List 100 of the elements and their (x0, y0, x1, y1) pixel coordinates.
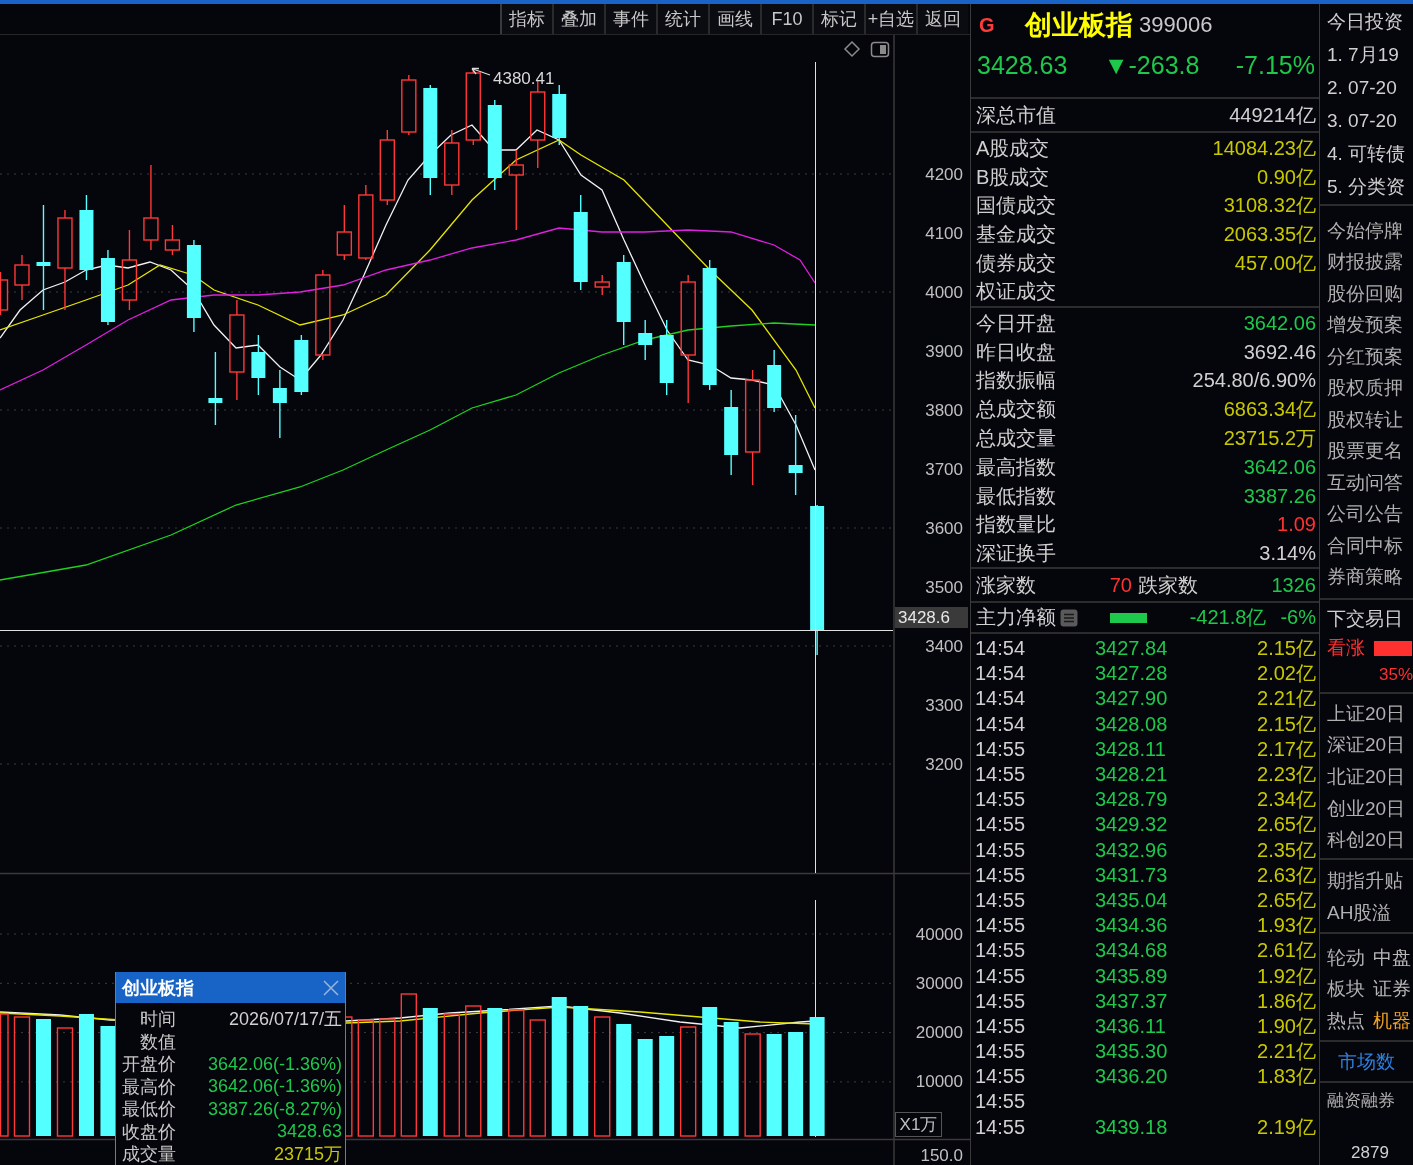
tick-price: 3428.08 (1095, 712, 1168, 736)
menu-item[interactable]: 深证20日 (1327, 732, 1406, 759)
menu-item[interactable]: 北证20日 (1327, 764, 1406, 790)
tick-time: 14:55 (975, 1065, 1027, 1089)
toolbar-button[interactable]: 标记 (812, 4, 864, 34)
stat-label: B股成交 (976, 164, 1050, 190)
stat-label: 指数量比 (976, 512, 1056, 538)
tick-time: 14:54 (975, 637, 1027, 661)
toolbar-button[interactable]: 指标 (500, 4, 552, 34)
forecast-label: 看涨 (1327, 636, 1365, 660)
candlestick (272, 369, 287, 439)
axis-label: 30000 (915, 973, 963, 993)
tick-volume: 1.90亿 (1257, 1013, 1316, 1039)
menu-item[interactable]: 股权质押 (1327, 375, 1403, 402)
news-link[interactable]: 3. 07-20 (1327, 109, 1397, 132)
stat-value: 254.80/6.90% (1192, 369, 1316, 393)
tooltip-label: 最低价 (121, 1098, 176, 1122)
toolbar-button[interactable]: 返回 (916, 4, 968, 34)
tooltip-label: 时间 (139, 1008, 176, 1032)
tooltip-label: 最高价 (121, 1075, 176, 1099)
toolbar-button[interactable]: 画线 (708, 4, 760, 34)
candlestick (767, 349, 782, 413)
toolbar-button[interactable]: +自选 (864, 4, 916, 34)
axis-label: 3200 (925, 754, 963, 774)
menu-item[interactable]: 财报披露 (1327, 249, 1403, 276)
tick-time: 14:55 (975, 888, 1027, 912)
stat-label: 最高指数 (976, 454, 1056, 480)
news-link[interactable]: 1. 7月19 (1327, 41, 1399, 68)
axis-label: 150.0 (920, 1145, 963, 1165)
axis-label: 10000 (915, 1072, 963, 1092)
news-link[interactable]: 2. 07-20 (1327, 76, 1397, 99)
toolbar-button[interactable]: F10 (760, 4, 812, 34)
toolbar-button[interactable]: 统计 (656, 4, 708, 34)
hot-label: 板块 (1327, 977, 1365, 1002)
menu-item[interactable]: 股权转让 (1327, 406, 1403, 433)
last-price: 3428.63 (977, 51, 1068, 81)
stat-label: 总成交额 (976, 397, 1056, 423)
menu-item[interactable]: AH股溢 (1327, 900, 1392, 926)
tick-price: 3428.21 (1095, 763, 1168, 787)
menu-item[interactable]: 公司公告 (1327, 501, 1403, 528)
stat-value: 2063.35亿 (1223, 221, 1316, 247)
stat-value: 3642.06 (1243, 311, 1316, 335)
candlestick (552, 84, 567, 146)
tick-volume: 2.21亿 (1257, 686, 1316, 712)
axis-label: 3900 (925, 341, 963, 361)
tick-price: 3434.68 (1095, 939, 1168, 963)
tick-volume: 2.15亿 (1257, 711, 1316, 737)
menu-item[interactable]: 创业20日 (1327, 795, 1406, 822)
tick-volume: 1.92亿 (1257, 963, 1316, 989)
menu-item[interactable]: 今始停牌 (1327, 217, 1403, 244)
menu-item[interactable]: 互动问答 (1327, 469, 1403, 496)
change-percent: -7.15% (1235, 51, 1315, 81)
tick-volume: 2.35亿 (1257, 837, 1316, 863)
tick-price: 3431.73 (1095, 863, 1168, 887)
panel-toggle-icon[interactable] (870, 41, 890, 58)
stat-label: 最低指数 (976, 483, 1056, 509)
axis-label: 3300 (925, 695, 963, 715)
candlestick (251, 334, 266, 396)
tick-time: 14:55 (975, 989, 1027, 1013)
menu-item[interactable]: 分红预案 (1327, 343, 1403, 370)
axis-label: 4200 (925, 164, 963, 184)
list-icon[interactable] (1060, 608, 1078, 627)
menu-item[interactable]: 增发预案 (1327, 312, 1403, 339)
hot-link[interactable]: 机器 (1373, 1007, 1411, 1034)
tooltip-label: 收盘价 (121, 1120, 176, 1144)
tick-volume: 2.63亿 (1257, 862, 1316, 888)
market-data-link[interactable]: 市场数 (1338, 1048, 1395, 1075)
menu-item[interactable]: 科创20日 (1327, 827, 1406, 854)
candlestick (294, 334, 309, 396)
menu-item[interactable]: 合同中标 (1327, 532, 1403, 559)
stat-label: 今日开盘 (976, 310, 1056, 336)
toolbar-button[interactable]: 叠加 (552, 4, 604, 34)
current-price-tag: 3428.6 (895, 607, 968, 628)
candlestick (0, 271, 9, 316)
close-icon[interactable] (323, 979, 339, 996)
menu-item[interactable]: 券商策略 (1327, 564, 1403, 591)
stat-value: 3642.06 (1243, 455, 1316, 479)
menu-item[interactable]: 上证20日 (1327, 700, 1406, 727)
tick-price: 3436.20 (1095, 1065, 1168, 1089)
price-change: ▼-263.8 (1103, 51, 1200, 81)
toolbar-button[interactable]: 事件 (604, 4, 656, 34)
menu-item[interactable]: 期指升贴 (1327, 868, 1403, 894)
menu-item[interactable]: 股票更名 (1327, 438, 1403, 465)
tick-price: 3439.18 (1095, 1115, 1168, 1139)
news-link[interactable]: 5. 分类资 (1327, 173, 1406, 200)
stat-value: 14084.23亿 (1212, 135, 1316, 161)
high-price-label: 4380.41 (493, 68, 555, 88)
candlestick (401, 74, 417, 136)
tick-time: 14:55 (975, 1014, 1027, 1038)
tick-time: 14:55 (975, 1090, 1027, 1114)
hot-link[interactable]: 证券 (1373, 976, 1411, 1003)
stat-value: 6863.34亿 (1223, 397, 1316, 423)
sentiment-bar-icon (1374, 640, 1412, 656)
news-link[interactable]: 4. 可转债 (1327, 140, 1406, 167)
hot-link[interactable]: 中盘 (1373, 944, 1411, 971)
diamond-icon[interactable] (843, 40, 861, 58)
tooltip-value: 23715万 (273, 1143, 343, 1165)
flow-percent: -6% (1280, 606, 1316, 629)
menu-item[interactable]: 股份回购 (1327, 280, 1403, 307)
stat-value: 3.14% (1259, 542, 1316, 566)
